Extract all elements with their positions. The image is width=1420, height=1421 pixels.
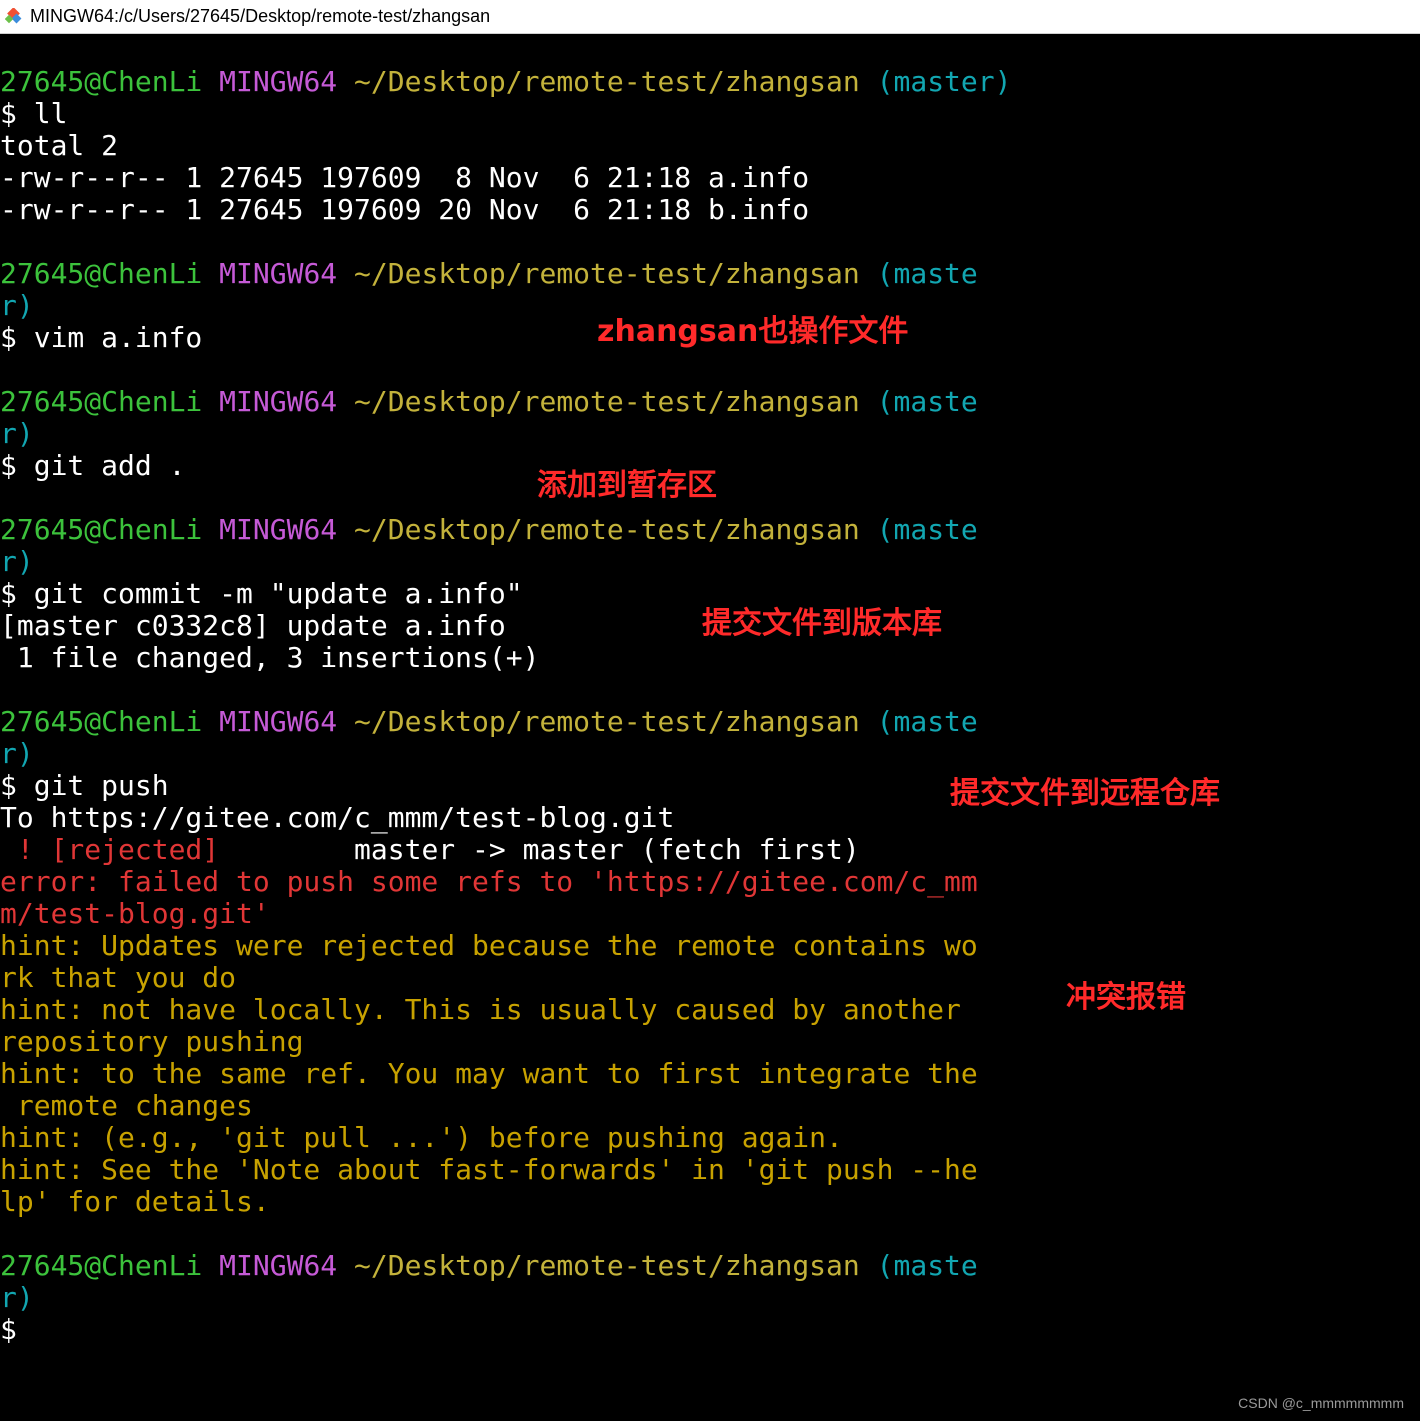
prompt-system: MINGW64	[219, 65, 338, 98]
annotation-push: 提交文件到远程仓库	[950, 776, 1220, 811]
prompt-line: 27645@ChenLi MINGW64 ~/Desktop/remote-te…	[0, 258, 1420, 290]
prompt-path: ~/Desktop/remote-test/zhangsan	[354, 1249, 860, 1282]
prompt-user-host: 27645@ChenLi	[0, 513, 203, 546]
prompt-user-host: 27645@ChenLi	[0, 257, 203, 290]
error-line: m/test-blog.git'	[0, 897, 270, 930]
annotation-commit: 提交文件到版本库	[702, 606, 942, 641]
prompt-branch-wrap: r)	[0, 545, 34, 578]
hint-line: hint: See the 'Note about fast-forwards'…	[0, 1153, 978, 1186]
prompt-system: MINGW64	[219, 705, 338, 738]
hint-line: remote changes	[0, 1089, 253, 1122]
prompt-line: 27645@ChenLi MINGW64 ~/Desktop/remote-te…	[0, 706, 1420, 738]
watermark: CSDN @c_mmmmmmmm	[1238, 1395, 1404, 1411]
prompt-branch-wrap: r)	[0, 1281, 34, 1314]
prompt-line: 27645@ChenLi MINGW64 ~/Desktop/remote-te…	[0, 386, 1420, 418]
prompt-system: MINGW64	[219, 1249, 338, 1282]
rejected-line: ! [rejected] master -> master (fetch fir…	[0, 834, 1420, 866]
prompt-system: MINGW64	[219, 385, 338, 418]
output-line: 1 file changed, 3 insertions(+)	[0, 641, 540, 674]
output-line: total 2	[0, 129, 119, 162]
prompt-line: 27645@ChenLi MINGW64 ~/Desktop/remote-te…	[0, 1250, 1420, 1282]
prompt-branch: (maste	[876, 1249, 978, 1282]
command-line: $ ll	[0, 97, 68, 130]
rejected-detail: master -> master (fetch first)	[219, 833, 860, 866]
annotation-conflict: 冲突报错	[1066, 980, 1186, 1015]
hint-line: hint: (e.g., 'git pull ...') before push…	[0, 1121, 843, 1154]
prompt-user-host: 27645@ChenLi	[0, 705, 203, 738]
prompt-branch-wrap: r)	[0, 737, 34, 770]
prompt-line: 27645@ChenLi MINGW64 ~/Desktop/remote-te…	[0, 514, 1420, 546]
terminal-output[interactable]: 27645@ChenLi MINGW64 ~/Desktop/remote-te…	[0, 66, 1420, 1346]
prompt-user-host: 27645@ChenLi	[0, 65, 203, 98]
annotation-add: 添加到暂存区	[537, 468, 717, 503]
rejected-mark: ! [rejected]	[0, 833, 220, 866]
git-bash-icon	[4, 7, 24, 27]
prompt-path: ~/Desktop/remote-test/zhangsan	[354, 513, 860, 546]
prompt-path: ~/Desktop/remote-test/zhangsan	[354, 65, 860, 98]
prompt-path: ~/Desktop/remote-test/zhangsan	[354, 257, 860, 290]
hint-line: hint: Updates were rejected because the …	[0, 929, 978, 962]
prompt-branch: (maste	[876, 257, 978, 290]
prompt-user-host: 27645@ChenLi	[0, 385, 203, 418]
prompt-path: ~/Desktop/remote-test/zhangsan	[354, 705, 860, 738]
output-line: -rw-r--r-- 1 27645 197609 8 Nov 6 21:18 …	[0, 161, 810, 194]
output-line: -rw-r--r-- 1 27645 197609 20 Nov 6 21:18…	[0, 193, 810, 226]
prompt-user-host: 27645@ChenLi	[0, 1249, 203, 1282]
prompt-system: MINGW64	[219, 513, 338, 546]
prompt-branch: (maste	[876, 513, 978, 546]
error-line: error: failed to push some refs to 'http…	[0, 865, 978, 898]
prompt-branch-wrap: r)	[0, 417, 34, 450]
prompt-system: MINGW64	[219, 257, 338, 290]
annotation-vim: zhangsan也操作文件	[597, 314, 909, 349]
hint-line: hint: not have locally. This is usually …	[0, 993, 961, 1026]
hint-line: rk that you do	[0, 961, 237, 994]
prompt-branch: (maste	[876, 705, 978, 738]
prompt-path: ~/Desktop/remote-test/zhangsan	[354, 385, 860, 418]
prompt-branch: (maste	[876, 385, 978, 418]
active-prompt-line[interactable]: $	[0, 1314, 1420, 1346]
hint-line: repository pushing	[0, 1025, 304, 1058]
window-title: MINGW64:/c/Users/27645/Desktop/remote-te…	[30, 6, 491, 26]
hint-line: lp' for details.	[0, 1185, 270, 1218]
prompt-line: 27645@ChenLi MINGW64 ~/Desktop/remote-te…	[0, 66, 1420, 98]
prompt-symbol: $	[0, 1313, 17, 1346]
title-bar: MINGW64:/c/Users/27645/Desktop/remote-te…	[0, 0, 1420, 34]
hint-line: hint: to the same ref. You may want to f…	[0, 1057, 978, 1090]
prompt-branch: (master)	[876, 65, 1012, 98]
